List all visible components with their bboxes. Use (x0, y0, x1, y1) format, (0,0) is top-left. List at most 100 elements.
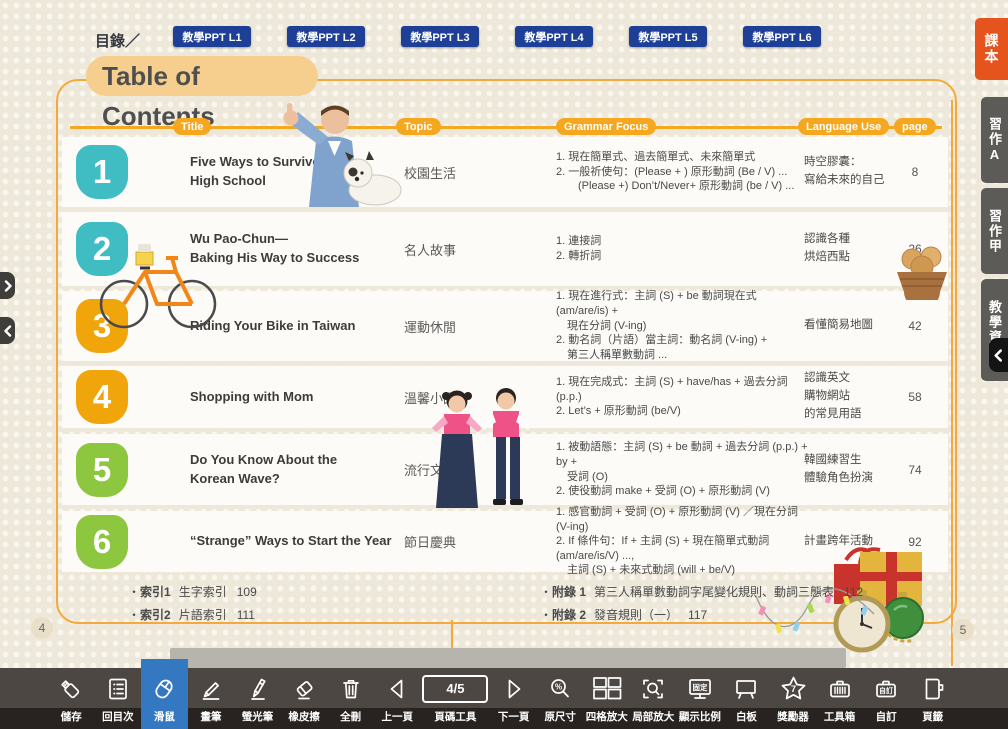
unit-page: 8 (892, 137, 938, 207)
trash-icon (338, 668, 364, 709)
chevron-left-icon (4, 325, 12, 337)
custom-toolbox-icon: 自訂 (873, 668, 899, 709)
unit-language-use: 時空膠囊： 寫給未來的自己 (804, 137, 900, 207)
page-indicator-box[interactable]: 4/5 (422, 675, 488, 703)
tab-workbook-a[interactable]: 習作A (981, 97, 1008, 183)
unit-topic: 運動休閒 (404, 291, 504, 361)
tab-textbook[interactable]: 課本 (975, 18, 1008, 80)
youbike-photo (98, 228, 218, 332)
unit-topic: 校園生活 (404, 137, 504, 207)
appendix-label: 附錄 1 (552, 583, 586, 600)
tool-delete-all[interactable]: 全刪 (327, 668, 374, 729)
svg-text:固定: 固定 (692, 682, 707, 692)
tool-page-number[interactable]: 4/5 頁碼工具 (421, 668, 491, 729)
tool-highlighter[interactable]: 螢光筆 (234, 668, 281, 729)
column-header-language: Language Use (798, 118, 889, 135)
column-header-topic: Topic (396, 118, 441, 135)
unit-grammar: 1. 連接詞 2. 轉折詞 (556, 212, 811, 286)
ppt-button-l3[interactable]: 教學PPT L3 (401, 26, 479, 47)
ppt-button-l6[interactable]: 教學PPT L6 (743, 26, 821, 47)
bullet: ・ (128, 606, 140, 623)
tool-custom[interactable]: 自訂 自訂 (863, 668, 910, 729)
tool-pen[interactable]: 畫筆 (188, 668, 235, 729)
ppt-button-l1[interactable]: 教學PPT L1 (173, 26, 251, 47)
ppt-button-l5[interactable]: 教學PPT L5 (629, 26, 707, 47)
ebook-viewer: 目錄／ 教學PPT L1 教學PPT L2 教學PPT L3 教學PPT L4 … (0, 0, 1008, 729)
ppt-button-l2[interactable]: 教學PPT L2 (287, 26, 365, 47)
appendix-item-2: ・ 附錄 2 發音規則（一） 117 (540, 606, 707, 623)
book-page-number-right: 5 (952, 619, 974, 641)
unit-page: 58 (892, 366, 938, 428)
tab-workbook-jia[interactable]: 習作甲 (981, 188, 1008, 274)
unit-number-badge: 1 (76, 145, 128, 199)
unit-number-badge: 6 (76, 515, 128, 569)
unit-language-use: 看懂簡易地圖 (804, 291, 900, 361)
unit-grammar: 1. 被動語態：主詞 (S) + be 動詞 + 過去分詞 (p.p.) + b… (556, 434, 811, 505)
unit-title: Do You Know About the Korean Wave? (190, 434, 398, 505)
svg-text:7: 7 (790, 684, 795, 694)
highlighter-icon (245, 668, 271, 709)
unit-language-use: 韓國練習生 體驗角色扮演 (804, 434, 900, 505)
column-header-grammar: Grammar Focus (556, 118, 656, 135)
toc-row-6: 6 “Strange” Ways to Start the Year 節日慶典 … (62, 511, 948, 572)
ppt-button-l4[interactable]: 教學PPT L4 (515, 26, 593, 47)
page-scroll-bar[interactable] (170, 648, 846, 668)
appendix-name: 第三人稱單數動詞字尾變化規則、動詞三態表 (594, 583, 834, 600)
ppt-button-row: 教學PPT L1 教學PPT L2 教學PPT L3 教學PPT L4 教學PP… (173, 26, 821, 47)
tool-page-tabs[interactable]: 頁籤 (909, 668, 956, 729)
tool-save[interactable]: 儲存 (48, 668, 95, 729)
bread-basket-photo (892, 242, 952, 300)
tool-reward[interactable]: 7 獎勵器 (770, 668, 817, 729)
unit-language-use: 認識各種 烘焙西點 (804, 212, 900, 286)
tool-four-grid-zoom[interactable]: 四格放大 (583, 668, 630, 729)
unit-title: Wu Pao-Chun— Baking His Way to Success (190, 212, 398, 286)
tool-prev-page[interactable]: 上一頁 (374, 668, 421, 729)
korean-couple-photo (430, 388, 535, 512)
index-label: 索引1 (140, 583, 171, 600)
toc-row-1: 1 Five Ways to Survive High School 校園生活 … (62, 137, 948, 207)
tool-whiteboard[interactable]: 白板 (723, 668, 770, 729)
tool-original-size[interactable]: % 原尺寸 (537, 668, 584, 729)
bullet: ・ (540, 583, 552, 600)
right-panel-collapse-tab[interactable] (989, 338, 1008, 372)
tool-partial-zoom[interactable]: 局部放大 (630, 668, 677, 729)
unit-grammar: 1. 感官動詞 + 受詞 (O) + 原形動詞 (V) ／現在分詞 (V-ing… (556, 511, 811, 572)
unit-topic: 節日慶典 (404, 511, 504, 572)
tool-eraser[interactable]: 橡皮擦 (281, 668, 328, 729)
appendix-name: 發音規則（一） (594, 606, 678, 623)
unit-topic: 名人故事 (404, 212, 504, 286)
unit-number-badge: 4 (76, 370, 128, 424)
column-header-page: page (894, 118, 936, 135)
monitor-icon: 固定 (687, 668, 713, 709)
tool-next-page[interactable]: 下一頁 (490, 668, 537, 729)
tool-display-ratio[interactable]: 固定 顯示比例 (677, 668, 724, 729)
bullet: ・ (540, 606, 552, 623)
left-panel-collapse-tab[interactable] (0, 317, 15, 344)
index-name: 生字索引 (179, 583, 227, 600)
student-with-dog-photo (258, 101, 406, 207)
tool-mouse[interactable]: 滑鼠 (141, 668, 188, 729)
four-grid-icon (592, 668, 622, 709)
unit-page: 74 (892, 434, 938, 505)
star-icon: 7 (780, 668, 807, 709)
left-panel-expand-tab[interactable] (0, 272, 15, 299)
svg-text:自訂: 自訂 (879, 686, 893, 695)
tool-back-to-toc[interactable]: 回目次 (95, 668, 142, 729)
chevron-right-icon (4, 280, 12, 292)
unit-grammar: 1. 現在簡單式、過去簡單式、未來簡單式 2. 一般祈使句：(Please + … (556, 137, 811, 207)
bottom-toolbar: 儲存 回目次 滑鼠 畫筆 螢光筆 (0, 668, 1008, 729)
unit-number-badge: 5 (76, 443, 128, 497)
chevron-left-icon (994, 349, 1003, 362)
unit-page: 42 (892, 291, 938, 361)
magnifier-percent-icon: % (547, 668, 573, 709)
column-header-title: Title (173, 118, 211, 135)
mouse-icon (151, 668, 177, 709)
unit-language-use: 認識英文 購物網站 的常見用語 (804, 366, 900, 428)
book-page-number-left: 4 (31, 617, 53, 639)
whiteboard-icon (733, 668, 759, 709)
unit-grammar: 1. 現在進行式：主詞 (S) + be 動詞現在式 (am/are/is) +… (556, 291, 811, 361)
index-item-1: ・ 索引1 生字索引 109 (128, 583, 257, 600)
unit-grammar: 1. 現在完成式：主詞 (S) + have/has + 過去分詞 (p.p.)… (556, 366, 811, 428)
tool-toolbox[interactable]: 工具箱 (816, 668, 863, 729)
toc-list-icon (105, 668, 131, 709)
